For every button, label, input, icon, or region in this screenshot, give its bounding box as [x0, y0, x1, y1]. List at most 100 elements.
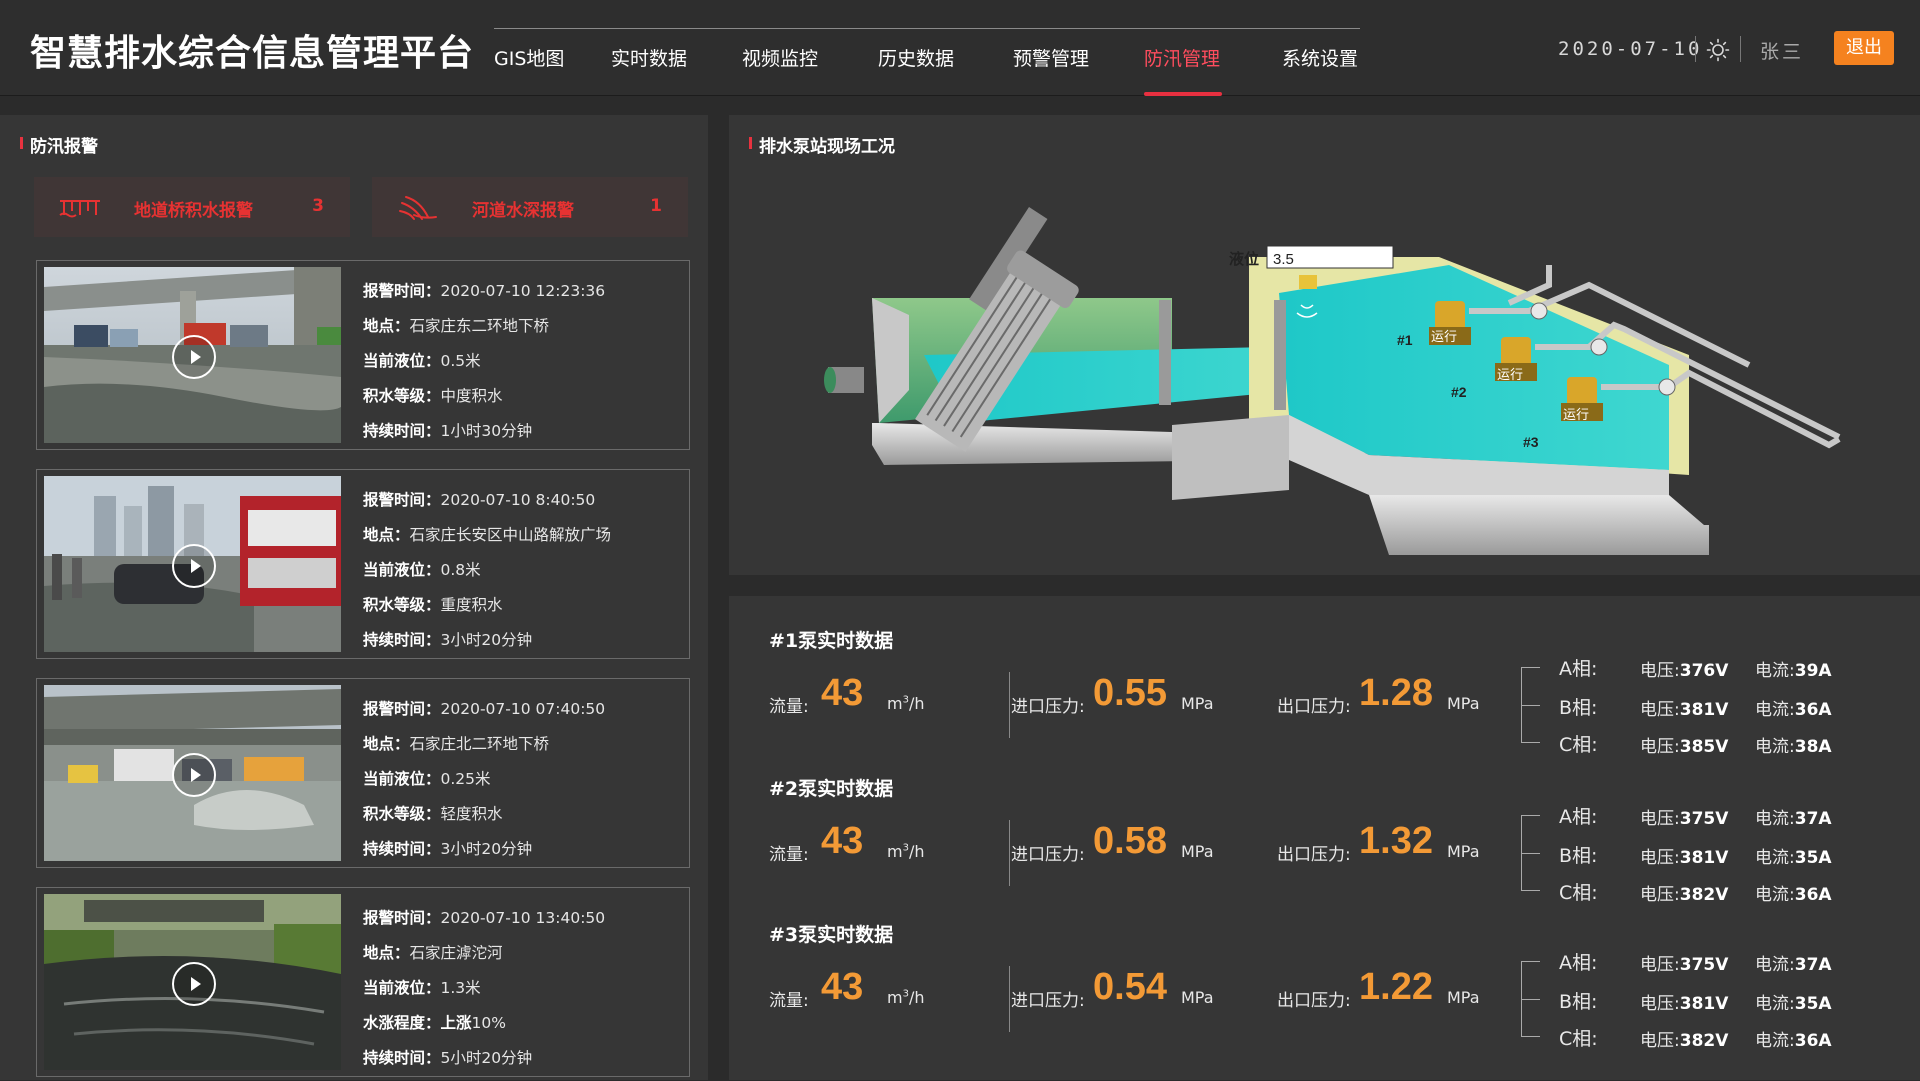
- phase-b-row: B相: 电压:381V 电流:36A: [1559, 693, 1889, 723]
- alarm-time-value: 2020-07-10 13:40:50: [440, 909, 606, 927]
- location-label: 地点：: [363, 317, 410, 335]
- location-value: 石家庄滹沱河: [409, 944, 503, 962]
- alarm-video-thumbnail[interactable]: [44, 894, 341, 1070]
- nav-item-system-settings[interactable]: 系统设置: [1282, 44, 1358, 71]
- phase-name: A相:: [1559, 952, 1598, 974]
- phase-b-row: B相: 电压:381V 电流:35A: [1559, 987, 1889, 1017]
- flood-alarm-panel: 防汛报警 地道桥积水报警 3 河道水深报警 1 报警时间：2020-07-10 …: [0, 115, 708, 1080]
- metric-divider: [1009, 820, 1010, 886]
- nav-item-flood-management[interactable]: 防汛管理: [1144, 44, 1220, 71]
- duration-label: 持续时间：: [363, 840, 441, 858]
- alarm-video-thumbnail[interactable]: [44, 685, 341, 861]
- ponding-level-value: 中度积水: [440, 387, 503, 405]
- water-level-label: 当前液位：: [363, 770, 441, 788]
- outlet-pressure-label: 出口压力:: [1277, 697, 1351, 717]
- duration-label: 持续时间：: [363, 631, 441, 649]
- water-level-label: 当前液位：: [363, 561, 441, 579]
- water-level-value: 0.8米: [440, 561, 481, 579]
- rise-degree-percent: 10%: [471, 1014, 506, 1032]
- outlet-pressure-unit: MPa: [1447, 842, 1480, 861]
- current: 电流:37A: [1755, 809, 1832, 829]
- alarm-card[interactable]: 报警时间：2020-07-10 8:40:50 地点：石家庄长安区中山路解放广场…: [36, 469, 690, 659]
- nav-item-gis-map[interactable]: GIS地图: [494, 44, 564, 71]
- river-wave-icon: [399, 196, 437, 220]
- logout-button[interactable]: 退出: [1834, 31, 1894, 65]
- location-value: 石家庄东二环地下桥: [409, 317, 550, 335]
- current: 电流:35A: [1755, 994, 1832, 1014]
- duration-value: 1小时30分钟: [440, 422, 533, 440]
- nav-item-alert-management[interactable]: 预警管理: [1013, 44, 1089, 71]
- play-icon[interactable]: [172, 544, 216, 588]
- alarm-time-label: 报警时间：: [363, 282, 441, 300]
- header-date: 2020-07-10: [1558, 38, 1703, 60]
- nav-item-realtime-data[interactable]: 实时数据: [611, 44, 687, 71]
- location-label: 地点：: [363, 944, 410, 962]
- outlet-pressure-value: 1.22: [1359, 966, 1433, 1008]
- tab-river-depth-alarm[interactable]: 河道水深报警 1: [372, 177, 688, 237]
- top-header: 智慧排水综合信息管理平台 GIS地图 实时数据 视频监控 历史数据 预警管理 防…: [0, 0, 1920, 96]
- pump-metrics: 流量: 43 m3/h 进口压力: 0.54 MPa 出口压力: 1.22 MP…: [769, 960, 1549, 1032]
- location-value: 石家庄北二环地下桥: [409, 735, 550, 753]
- phase-name: B相:: [1559, 991, 1598, 1013]
- phase-c-row: C相: 电压:385V 电流:38A: [1559, 730, 1889, 760]
- current: 电流:37A: [1755, 955, 1832, 975]
- voltage: 电压:382V: [1640, 885, 1729, 905]
- alarm-card[interactable]: 报警时间：2020-07-10 12:23:36 地点：石家庄东二环地下桥 当前…: [36, 260, 690, 450]
- phase-name: C相:: [1559, 1028, 1598, 1050]
- outlet-pressure-unit: MPa: [1447, 988, 1480, 1007]
- pump-title: #3泵实时数据: [769, 924, 894, 946]
- play-icon[interactable]: [172, 753, 216, 797]
- inlet-pressure-label: 进口压力:: [1011, 697, 1085, 717]
- duration-value: 3小时20分钟: [440, 840, 533, 858]
- duration-label: 持续时间：: [363, 422, 441, 440]
- alarm-card[interactable]: 报警时间：2020-07-10 07:40:50 地点：石家庄北二环地下桥 当前…: [36, 678, 690, 868]
- sun-weather-icon[interactable]: [1706, 38, 1730, 62]
- alarm-card[interactable]: 报警时间：2020-07-10 13:40:50 地点：石家庄滹沱河 当前液位：…: [36, 887, 690, 1077]
- tab-underpass-alarm[interactable]: 地道桥积水报警 3: [34, 177, 350, 237]
- location-label: 地点：: [363, 526, 410, 544]
- rise-degree-label: 水涨程度：: [363, 1014, 441, 1032]
- level-label: 液位: [1229, 250, 1259, 268]
- flow-unit: m3/h: [887, 694, 925, 713]
- phase-name: B相:: [1559, 845, 1598, 867]
- voltage: 电压:375V: [1640, 955, 1729, 975]
- flow-label: 流量:: [769, 697, 809, 717]
- play-icon[interactable]: [172, 335, 216, 379]
- nav-item-history-data[interactable]: 历史数据: [878, 44, 954, 71]
- pump-3-tag: #3: [1523, 434, 1539, 450]
- phase-c-row: C相: 电压:382V 电流:36A: [1559, 1024, 1889, 1054]
- flow-value: 43: [821, 672, 864, 714]
- phase-a-row: A相: 电压:376V 电流:39A: [1559, 654, 1889, 684]
- alarm-time-value: 2020-07-10 07:40:50: [440, 700, 606, 718]
- phase-c-row: C相: 电压:382V 电流:36A: [1559, 878, 1889, 908]
- user-name[interactable]: 张三: [1760, 37, 1804, 64]
- app-title: 智慧排水综合信息管理平台: [30, 33, 475, 74]
- inlet-pressure-label: 进口压力:: [1011, 845, 1085, 865]
- metric-divider: [1009, 966, 1010, 1032]
- voltage: 电压:382V: [1640, 1031, 1729, 1051]
- phase-name: C相:: [1559, 734, 1598, 756]
- nav-item-video-monitor[interactable]: 视频监控: [742, 44, 818, 71]
- alarm-video-thumbnail[interactable]: [44, 267, 341, 443]
- pump-title: #1泵实时数据: [769, 630, 894, 652]
- phase-a-row: A相: 电压:375V 电流:37A: [1559, 802, 1889, 832]
- water-level-value: 0.5米: [440, 352, 481, 370]
- pump-2-data: #2泵实时数据 流量: 43 m3/h 进口压力: 0.58 MPa 出口压力:…: [729, 774, 1920, 922]
- phase-b-row: B相: 电压:381V 电流:35A: [1559, 841, 1889, 871]
- alarm-video-thumbnail[interactable]: [44, 476, 341, 652]
- alarm-time-value: 2020-07-10 8:40:50: [440, 491, 596, 509]
- level-value: 3.5: [1273, 251, 1294, 268]
- level-sensor-icon: [1299, 275, 1317, 289]
- water-level-label: 当前液位：: [363, 979, 441, 997]
- phase-name: A相:: [1559, 658, 1598, 680]
- metric-divider: [1009, 672, 1010, 738]
- location-value: 石家庄长安区中山路解放广场: [409, 526, 612, 544]
- alarm-time-label: 报警时间：: [363, 700, 441, 718]
- current: 电流:36A: [1755, 1031, 1832, 1051]
- current: 电流:39A: [1755, 661, 1832, 681]
- phase-bracket: [1521, 961, 1540, 1037]
- play-icon[interactable]: [172, 962, 216, 1006]
- pump-title: #2泵实时数据: [769, 778, 894, 800]
- current: 电流:38A: [1755, 737, 1832, 757]
- outlet-pressure-label: 出口压力:: [1277, 991, 1351, 1011]
